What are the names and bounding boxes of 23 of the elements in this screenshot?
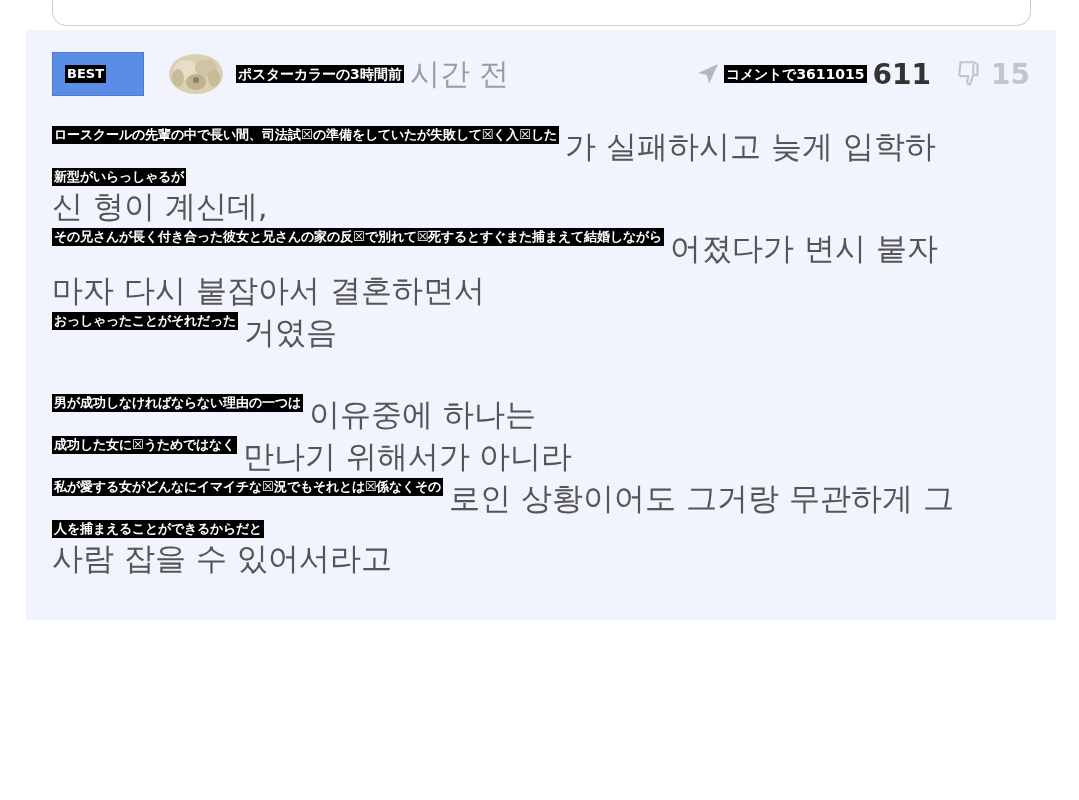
translation-overlay: おっしゃったことがそれだった	[52, 312, 238, 330]
translation-overlay: ロースクールの先輩の中で長い間、司法試☒の準備をしていたが失敗して☒く入☒した	[52, 126, 559, 144]
comment-line: 만나기 위해서가 아니라	[242, 437, 573, 476]
comment-line: 어졌다가 변시 붙자	[670, 229, 939, 268]
post-time: 시간 전	[409, 54, 510, 93]
translation-overlay: 男が成功しなければならない理由の一つは	[52, 394, 303, 412]
comment-line: 이유중에 하나는	[309, 395, 536, 434]
comment-line: 마자 다시 붙잡아서 결혼하면서	[52, 271, 485, 310]
translation-overlay: 新型がいらっしゃるが	[52, 168, 186, 186]
translation-overlay: 成功した女に☒うためではなく	[52, 436, 237, 454]
translation-overlay: 人を捕まえることができるからだと	[52, 520, 264, 538]
translation-overlay: その兄さんが長く付き合った彼女と兄さんの家の反☒で別れて☒死するとすぐまた捕まえて結婚しながら	[52, 228, 665, 246]
send-icon[interactable]	[696, 62, 721, 86]
comment-line: 가 실패하시고 늦게 입학하	[564, 127, 936, 166]
comment-line: 거였음	[244, 313, 337, 352]
comment-line: 신 형이 계신데,	[52, 187, 268, 226]
comment-line: 로인 상황이어도 그거랑 무관하게 그	[449, 479, 954, 518]
translation-overlay: 私が愛する女がどんなにイマイチな☒況でもそれとは☒係なくその	[52, 478, 444, 496]
like-count: 611	[872, 57, 932, 91]
translation-overlay: コメントで3611015	[724, 65, 867, 83]
best-badge: BEST	[52, 52, 144, 96]
comment-line: 사람 잡을 수 있어서라고	[52, 539, 392, 578]
translation-overlay: ポスターカラーの3時間前	[236, 65, 404, 83]
